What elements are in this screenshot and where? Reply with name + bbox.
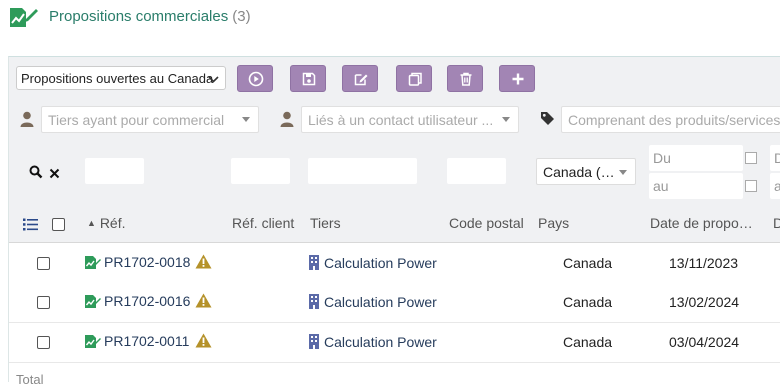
play-icon bbox=[248, 71, 264, 87]
date-to-placeholder: au bbox=[653, 178, 669, 194]
result-count: (3) bbox=[232, 8, 251, 25]
row-checkbox[interactable] bbox=[37, 296, 50, 309]
company-icon bbox=[309, 255, 319, 273]
calendar-icon[interactable] bbox=[745, 180, 757, 192]
list-columns-icon[interactable] bbox=[23, 218, 38, 234]
extra-date-from-input[interactable]: D bbox=[770, 145, 780, 171]
row-country: Canada bbox=[563, 334, 613, 350]
row-date: 03/04/2024 bbox=[669, 334, 740, 350]
copy-filter-button[interactable] bbox=[396, 65, 432, 92]
save-filter-button[interactable] bbox=[290, 65, 326, 92]
tiers-filter-input[interactable] bbox=[308, 158, 417, 184]
caret-down-icon bbox=[242, 117, 250, 122]
row-checkbox[interactable] bbox=[37, 336, 50, 349]
column-tiers[interactable]: Tiers bbox=[310, 215, 341, 231]
page-title: Propositions commerciales (3) bbox=[49, 8, 251, 25]
ref-filter-input[interactable] bbox=[85, 158, 144, 184]
warning-icon bbox=[195, 293, 212, 311]
warning-icon bbox=[195, 254, 212, 272]
row-date: 13/02/2024 bbox=[669, 294, 740, 310]
column-ref-label: Réf. bbox=[99, 215, 126, 231]
saved-filter-select[interactable]: Propositions ouvertes au Canada bbox=[16, 66, 226, 90]
extra-from-text: D bbox=[774, 150, 780, 166]
row-country: Canada bbox=[563, 294, 613, 310]
proposal-icon bbox=[8, 5, 38, 29]
chevron-down-icon bbox=[208, 67, 219, 100]
row-country: Canada bbox=[563, 255, 613, 271]
clear-filter-icon[interactable] bbox=[49, 166, 60, 182]
row-date: 13/11/2023 bbox=[669, 255, 739, 271]
column-country[interactable]: Pays bbox=[538, 215, 569, 231]
select-all-checkbox[interactable] bbox=[52, 218, 65, 231]
delete-filter-button[interactable] bbox=[447, 65, 483, 92]
search-icon[interactable] bbox=[29, 165, 43, 182]
country-filter-value: Canada (… bbox=[543, 164, 615, 180]
copy-icon bbox=[408, 72, 422, 86]
products-filter[interactable]: Comprenant des produits/services bbox=[561, 106, 780, 133]
company-icon bbox=[309, 294, 319, 312]
date-from-input[interactable]: Du bbox=[649, 145, 743, 171]
contact-placeholder: Liés à un contact utilisateur ... bbox=[308, 112, 494, 128]
add-filter-button[interactable] bbox=[499, 65, 535, 92]
sort-asc-icon: ▲ bbox=[87, 218, 96, 228]
contact-filter[interactable]: Liés à un contact utilisateur ... bbox=[301, 106, 519, 133]
products-placeholder: Comprenant des produits/services bbox=[568, 112, 780, 128]
column-ref-client[interactable]: Réf. client bbox=[232, 215, 294, 231]
column-extra[interactable]: D bbox=[773, 215, 780, 231]
proposal-icon bbox=[84, 294, 101, 312]
user-icon bbox=[280, 111, 294, 130]
tiers-link[interactable]: Calculation Power bbox=[324, 334, 437, 350]
save-icon bbox=[302, 72, 316, 86]
edit-icon bbox=[354, 74, 368, 86]
date-from-placeholder: Du bbox=[653, 150, 671, 166]
total-label: Total bbox=[16, 372, 44, 387]
proposal-ref-link[interactable]: PR1702-0011 bbox=[104, 333, 189, 349]
company-icon bbox=[309, 334, 319, 352]
saved-filter-value: Propositions ouvertes au Canada bbox=[21, 71, 214, 86]
extra-to-text: a bbox=[774, 178, 780, 194]
column-ref[interactable]: ▲ Réf. bbox=[87, 215, 126, 231]
date-to-input[interactable]: au bbox=[649, 173, 743, 199]
postal-filter-input[interactable] bbox=[447, 158, 506, 184]
proposal-ref-link[interactable]: PR1702-0018 bbox=[104, 254, 190, 270]
column-postal-code[interactable]: Code postal bbox=[449, 215, 524, 231]
warning-icon bbox=[195, 333, 212, 351]
caret-down-icon bbox=[502, 117, 510, 122]
trash-icon bbox=[460, 72, 472, 86]
proposal-icon bbox=[84, 334, 101, 352]
ref-client-filter-input[interactable] bbox=[231, 158, 290, 184]
plus-icon bbox=[512, 73, 524, 85]
user-icon bbox=[20, 111, 34, 130]
sales-rep-filter[interactable]: Tiers ayant pour commercial bbox=[41, 106, 259, 133]
row-checkbox[interactable] bbox=[37, 257, 50, 270]
page-title-text: Propositions commerciales bbox=[49, 8, 229, 25]
proposal-icon bbox=[84, 255, 101, 273]
extra-date-to-input[interactable]: a bbox=[770, 173, 780, 199]
calendar-icon[interactable] bbox=[745, 152, 757, 164]
tiers-link[interactable]: Calculation Power bbox=[324, 255, 437, 271]
caret-down-icon bbox=[619, 170, 627, 175]
edit-filter-button[interactable] bbox=[342, 65, 378, 92]
column-date[interactable]: Date de propo… bbox=[650, 215, 753, 231]
tag-icon bbox=[540, 111, 555, 129]
country-filter-select[interactable]: Canada (… bbox=[536, 158, 636, 185]
proposal-ref-link[interactable]: PR1702-0016 bbox=[104, 293, 190, 309]
tiers-link[interactable]: Calculation Power bbox=[324, 294, 437, 310]
run-filter-button[interactable] bbox=[237, 65, 273, 92]
sales-rep-placeholder: Tiers ayant pour commercial bbox=[48, 112, 225, 128]
